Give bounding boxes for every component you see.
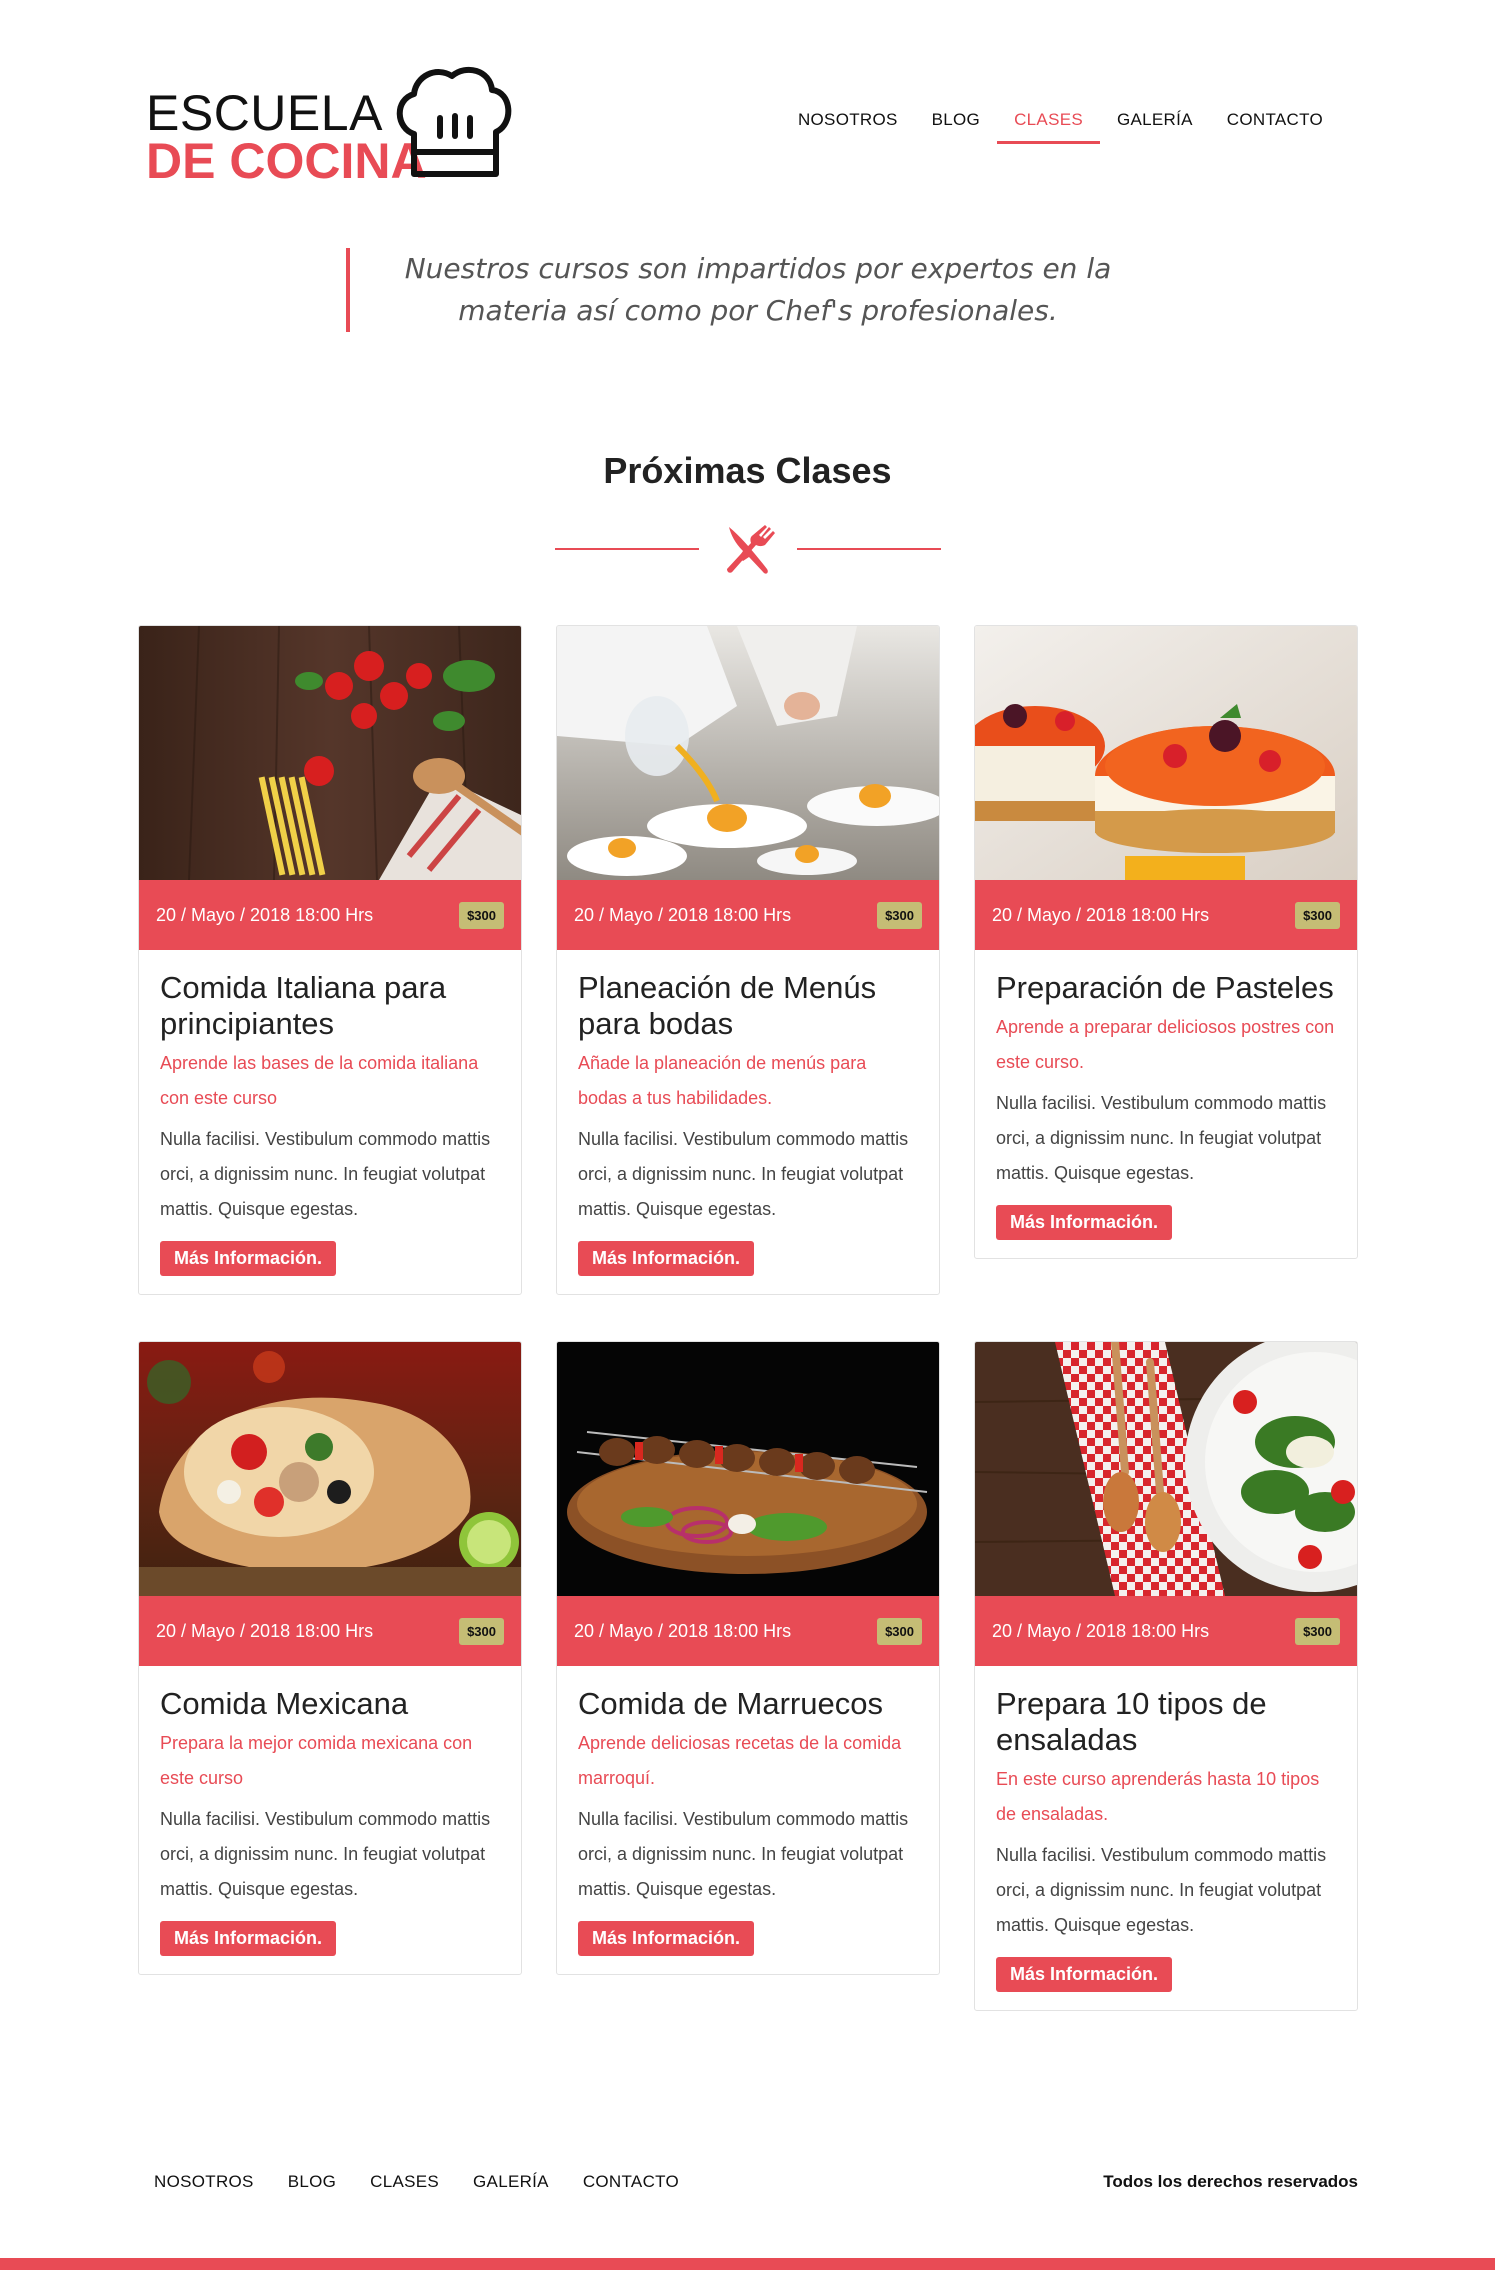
fork-knife-icon xyxy=(727,525,775,574)
card-date: 20 / Mayo / 2018 18:00 Hrs xyxy=(156,904,374,925)
footer-nav: NOSOTROS BLOG CLASES GALERÍA CONTACTO xyxy=(137,2172,696,2192)
logo-text-line2: DE COCINA xyxy=(146,133,427,189)
price-badge: $300 xyxy=(459,901,504,929)
quote-text: Nuestros cursos son impartidos por exper… xyxy=(404,252,1112,327)
card-title: Prepara 10 tipos de ensaladas xyxy=(996,1686,1267,1757)
class-card: 20 / Mayo / 2018 18:00 Hrs $300 Prepara … xyxy=(974,1341,1358,2011)
divider-line-right xyxy=(797,548,941,550)
card-description: Nulla facilisi. Vestibulum commodo matti… xyxy=(160,1129,491,1219)
class-card: 20 / Mayo / 2018 18:00 Hrs $300 Planeaci… xyxy=(556,625,940,1295)
card-description: Nulla facilisi. Vestibulum commodo matti… xyxy=(160,1809,491,1899)
footer-accent-bar xyxy=(0,2258,1495,2270)
salad-photo xyxy=(975,1342,1357,1596)
card-body: Comida Mexicana Prepara la mejor comida … xyxy=(139,1666,521,1974)
class-card: 20 / Mayo / 2018 18:00 Hrs $300 Preparac… xyxy=(974,625,1358,1259)
more-info-button[interactable]: Más Información. xyxy=(160,1241,337,1276)
card-info-bar: 20 / Mayo / 2018 18:00 Hrs $300 xyxy=(975,880,1357,950)
card-subtitle: En este curso aprenderás hasta 10 tipos … xyxy=(996,1769,1320,1824)
burrito-photo xyxy=(139,1342,521,1596)
card-subtitle: Aprende a preparar deliciosos postres co… xyxy=(996,1017,1335,1072)
card-title: Comida Italiana para principiantes xyxy=(160,970,447,1041)
more-info-button[interactable]: Más Información. xyxy=(578,1921,755,1956)
card-info-bar: 20 / Mayo / 2018 18:00 Hrs $300 xyxy=(139,880,521,950)
nav-galeria[interactable]: GALERÍA xyxy=(1100,106,1210,144)
nav-nosotros[interactable]: NOSOTROS xyxy=(781,106,915,144)
class-card: 20 / Mayo / 2018 18:00 Hrs $300 Comida M… xyxy=(138,1341,522,1975)
card-body: Preparación de Pasteles Aprende a prepar… xyxy=(975,950,1357,1258)
card-date: 20 / Mayo / 2018 18:00 Hrs xyxy=(156,1620,374,1641)
card-date: 20 / Mayo / 2018 18:00 Hrs xyxy=(992,904,1210,925)
card-info-bar: 20 / Mayo / 2018 18:00 Hrs $300 xyxy=(139,1596,521,1666)
card-description: Nulla facilisi. Vestibulum commodo matti… xyxy=(578,1809,909,1899)
more-info-button[interactable]: Más Información. xyxy=(996,1205,1173,1240)
section-title: Próximas Clases xyxy=(603,450,892,491)
card-subtitle: Aprende las bases de la comida italiana … xyxy=(160,1053,479,1108)
card-body: Comida Italiana para principiantes Apren… xyxy=(139,950,521,1294)
more-info-button[interactable]: Más Información. xyxy=(160,1921,337,1956)
card-image-art xyxy=(557,626,939,880)
nav-clases[interactable]: CLASES xyxy=(997,106,1100,144)
price-badge: $300 xyxy=(1295,901,1340,929)
footer-nav-galeria[interactable]: GALERÍA xyxy=(456,2172,566,2192)
card-title: Planeación de Menús para bodas xyxy=(578,970,877,1041)
site-footer: NOSOTROS BLOG CLASES GALERÍA CONTACTO To… xyxy=(0,2160,1495,2270)
card-image-art xyxy=(975,1342,1357,1596)
card-image-art xyxy=(139,1342,521,1596)
card-date: 20 / Mayo / 2018 18:00 Hrs xyxy=(992,1620,1210,1641)
more-info-button[interactable]: Más Información. xyxy=(996,1957,1173,1992)
card-subtitle: Aprende deliciosas recetas de la comida … xyxy=(578,1733,902,1788)
main-nav: NOSOTROS BLOG CLASES GALERÍA CONTACTO xyxy=(781,106,1340,144)
price-badge: $300 xyxy=(1295,1617,1340,1645)
card-body: Prepara 10 tipos de ensaladas En este cu… xyxy=(975,1666,1357,2010)
intro-quote: Nuestros cursos son impartidos por exper… xyxy=(346,248,1166,332)
card-subtitle: Prepara la mejor comida mexicana con est… xyxy=(160,1733,473,1788)
card-body: Planeación de Menús para bodas Añade la … xyxy=(557,950,939,1294)
card-description: Nulla facilisi. Vestibulum commodo matti… xyxy=(996,1093,1327,1183)
card-info-bar: 20 / Mayo / 2018 18:00 Hrs $300 xyxy=(975,1596,1357,1666)
footer-nav-blog[interactable]: BLOG xyxy=(271,2172,353,2192)
card-image-art xyxy=(557,1342,939,1596)
card-info-bar: 20 / Mayo / 2018 18:00 Hrs $300 xyxy=(557,880,939,950)
nav-blog[interactable]: BLOG xyxy=(915,106,997,144)
chef-plating-photo xyxy=(557,626,939,880)
card-date: 20 / Mayo / 2018 18:00 Hrs xyxy=(574,1620,792,1641)
site-header: ESCUELA DE COCINA NOSOTROS BLOG CLASES G… xyxy=(0,0,1495,200)
card-body: Comida de Marruecos Aprende deliciosas r… xyxy=(557,1666,939,1974)
logo-text-line1: ESCUELA xyxy=(146,85,383,141)
kebab-photo xyxy=(557,1342,939,1596)
tomatoes-pasta-photo xyxy=(139,626,521,880)
footer-nav-nosotros[interactable]: NOSOTROS xyxy=(137,2172,271,2192)
price-badge: $300 xyxy=(459,1617,504,1645)
divider-line-left xyxy=(555,548,699,550)
card-title: Comida de Marruecos xyxy=(578,1686,883,1721)
card-date: 20 / Mayo / 2018 18:00 Hrs xyxy=(574,904,792,925)
class-card: 20 / Mayo / 2018 18:00 Hrs $300 Comida I… xyxy=(138,625,522,1295)
price-badge: $300 xyxy=(877,901,922,929)
card-subtitle: Añade la planeación de menús para bodas … xyxy=(578,1053,867,1108)
footer-nav-clases[interactable]: CLASES xyxy=(353,2172,456,2192)
card-description: Nulla facilisi. Vestibulum commodo matti… xyxy=(996,1845,1327,1935)
class-card: 20 / Mayo / 2018 18:00 Hrs $300 Comida d… xyxy=(556,1341,940,1975)
more-info-button[interactable]: Más Información. xyxy=(578,1241,755,1276)
logo[interactable]: ESCUELA DE COCINA xyxy=(146,60,516,190)
copyright-text: Todos los derechos reservados xyxy=(1103,2172,1358,2191)
card-description: Nulla facilisi. Vestibulum commodo matti… xyxy=(578,1129,909,1219)
nav-contacto[interactable]: CONTACTO xyxy=(1210,106,1340,144)
chef-hat-icon xyxy=(396,66,512,177)
footer-nav-contacto[interactable]: CONTACTO xyxy=(566,2172,696,2192)
card-info-bar: 20 / Mayo / 2018 18:00 Hrs $300 xyxy=(557,1596,939,1666)
section-divider xyxy=(555,520,941,580)
card-title: Comida Mexicana xyxy=(160,1686,409,1721)
card-image-art xyxy=(139,626,521,880)
price-badge: $300 xyxy=(877,1617,922,1645)
card-title: Preparación de Pasteles xyxy=(996,970,1334,1005)
cheesecake-photo xyxy=(975,626,1357,880)
card-image-art xyxy=(975,626,1357,880)
